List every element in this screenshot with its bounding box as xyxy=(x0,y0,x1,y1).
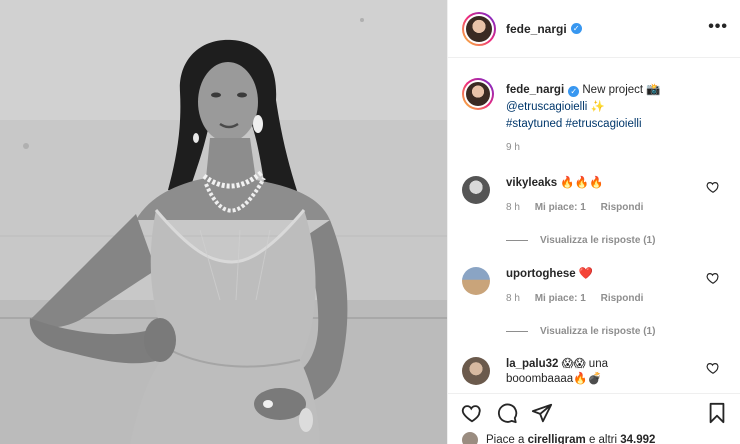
commenter-avatar[interactable] xyxy=(462,357,490,385)
comment-username[interactable]: la_palu32 xyxy=(506,358,558,370)
comment-text: la_palu32 😱😱 una booombaaaa🔥💣 xyxy=(506,357,676,387)
commenter-avatar[interactable] xyxy=(462,267,490,295)
photo-illustration xyxy=(0,0,447,444)
caption-username[interactable]: fede_nargi xyxy=(506,84,564,96)
comment-text: vikyleaks 🔥🔥🔥 xyxy=(506,176,706,191)
likes-middle: e altri xyxy=(588,434,618,444)
comment-text: uportoghese ❤️ xyxy=(506,267,706,282)
post-header: fede_nargi ✓ ••• xyxy=(448,0,740,58)
author-avatar[interactable] xyxy=(462,11,496,46)
comment-like-heart-icon[interactable] xyxy=(706,361,720,375)
comment-body: 🔥🔥🔥 xyxy=(560,177,604,189)
view-replies-button[interactable]: Visualizza le risposte (1) xyxy=(506,326,655,337)
comment-icon[interactable] xyxy=(496,402,518,424)
author-username[interactable]: fede_nargi xyxy=(506,22,567,36)
view-replies-button[interactable]: Visualizza le risposte (1) xyxy=(506,235,655,246)
post-actions-bar xyxy=(448,393,740,431)
comment-meta: 8 h Mi piace: 1 Rispondi xyxy=(506,202,655,213)
reply-button[interactable]: Rispondi xyxy=(601,293,644,304)
reply-button[interactable]: Rispondi xyxy=(601,202,644,213)
comment-username[interactable]: vikyleaks xyxy=(506,177,557,189)
comment-likes[interactable]: Mi piace: 1 xyxy=(535,202,586,213)
camera-emoji: 📸 xyxy=(646,84,661,96)
comment-time[interactable]: 8 h xyxy=(506,293,520,304)
sparkle-emoji: ✨ xyxy=(590,101,605,113)
comment-like-heart-icon[interactable] xyxy=(706,180,720,194)
heart-icon[interactable] xyxy=(461,402,483,424)
caption-mention[interactable]: @etruscagioielli xyxy=(506,101,587,113)
likes-count[interactable]: 34.992 xyxy=(620,434,655,444)
view-replies-label: Visualizza le risposte (1) xyxy=(540,326,656,337)
likes-prefix: Piace a xyxy=(486,434,525,444)
caption-hashtag[interactable]: #etruscagioielli xyxy=(565,118,641,130)
comment-time[interactable]: 8 h xyxy=(506,202,520,213)
liker-avatar xyxy=(462,432,478,444)
likes-summary[interactable]: Piace a cirelligram e altri 34.992 xyxy=(462,432,655,444)
comment-username[interactable]: uportoghese xyxy=(506,268,576,280)
post-photo[interactable] xyxy=(0,0,447,444)
comment-item: uportoghese ❤️ 8 h Mi piace: 1 Rispondi xyxy=(462,267,730,327)
post-side-panel: fede_nargi ✓ ••• fede_nargi ✓ New project… xyxy=(447,0,740,444)
bookmark-icon[interactable] xyxy=(706,402,728,424)
comment-item: la_palu32 😱😱 una booombaaaa🔥💣 xyxy=(462,357,730,391)
likes-user[interactable]: cirelligram xyxy=(528,434,586,444)
caption-text: fede_nargi ✓ New project 📸 @etruscagioiel… xyxy=(506,82,736,133)
comment-likes[interactable]: Mi piace: 1 xyxy=(535,293,586,304)
verified-badge-icon: ✓ xyxy=(570,23,582,34)
caption-avatar[interactable] xyxy=(462,78,494,110)
caption-time[interactable]: 9 h xyxy=(506,142,520,153)
view-replies-label: Visualizza le risposte (1) xyxy=(540,235,656,246)
comment-meta: 8 h Mi piace: 1 Rispondi xyxy=(506,293,655,304)
caption-hashtag[interactable]: #staytuned xyxy=(506,118,562,130)
comment-item: vikyleaks 🔥🔥🔥 8 h Mi piace: 1 Rispondi xyxy=(462,176,730,236)
verified-badge-icon: ✓ xyxy=(568,86,580,97)
commenter-avatar[interactable] xyxy=(462,176,490,204)
share-icon[interactable] xyxy=(531,402,553,424)
comment-like-heart-icon[interactable] xyxy=(706,271,720,285)
caption-body: New project xyxy=(582,84,644,96)
comment-body: ❤️ xyxy=(578,268,594,280)
more-dots-icon[interactable]: ••• xyxy=(708,19,728,35)
